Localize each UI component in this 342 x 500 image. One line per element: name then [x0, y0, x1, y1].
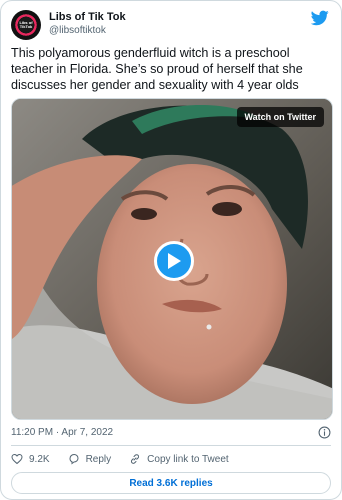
avatar-logo-text: Libs of TikTok [19, 20, 33, 29]
author-handle[interactable]: @libsoftiktok [49, 25, 106, 36]
tweet-timestamp[interactable]: 11:20 PM · Apr 7, 2022 [11, 427, 113, 438]
tweet-text: This polyamorous genderfluid witch is a … [11, 46, 303, 92]
link-icon [131, 454, 140, 464]
watch-on-twitter-button[interactable]: Watch on Twitter [236, 107, 324, 127]
avatar-logo: Libs of TikTok [13, 12, 39, 38]
avatar[interactable]: Libs of TikTok [11, 10, 41, 40]
info-icon[interactable] [318, 426, 331, 439]
tweet-header: Libs of TikTok Libs of Tik Tok @libsofti… [11, 10, 331, 40]
twitter-bird-icon[interactable] [311, 10, 329, 26]
play-icon [168, 253, 181, 269]
video-thumbnail[interactable]: Watch on Twitter [11, 98, 333, 420]
copy-link-label: Copy link to Tweet [147, 453, 229, 465]
heart-icon [11, 453, 23, 465]
read-replies-button[interactable]: Read 3.6K replies [11, 472, 331, 494]
like-count: 9.2K [29, 453, 50, 465]
reply-button[interactable]: Reply [68, 453, 112, 465]
reply-label: Reply [85, 453, 112, 465]
tweet-card: Libs of TikTok Libs of Tik Tok @libsofti… [0, 0, 342, 500]
action-bar: 9.2K Reply Copy link to Tweet [11, 452, 247, 466]
copy-link-button[interactable]: Copy link to Tweet [129, 453, 229, 465]
play-button[interactable] [154, 241, 194, 281]
like-button[interactable]: 9.2K [11, 453, 50, 465]
reply-icon [69, 453, 79, 465]
divider [11, 445, 331, 446]
author-name[interactable]: Libs of Tik Tok [49, 11, 126, 23]
